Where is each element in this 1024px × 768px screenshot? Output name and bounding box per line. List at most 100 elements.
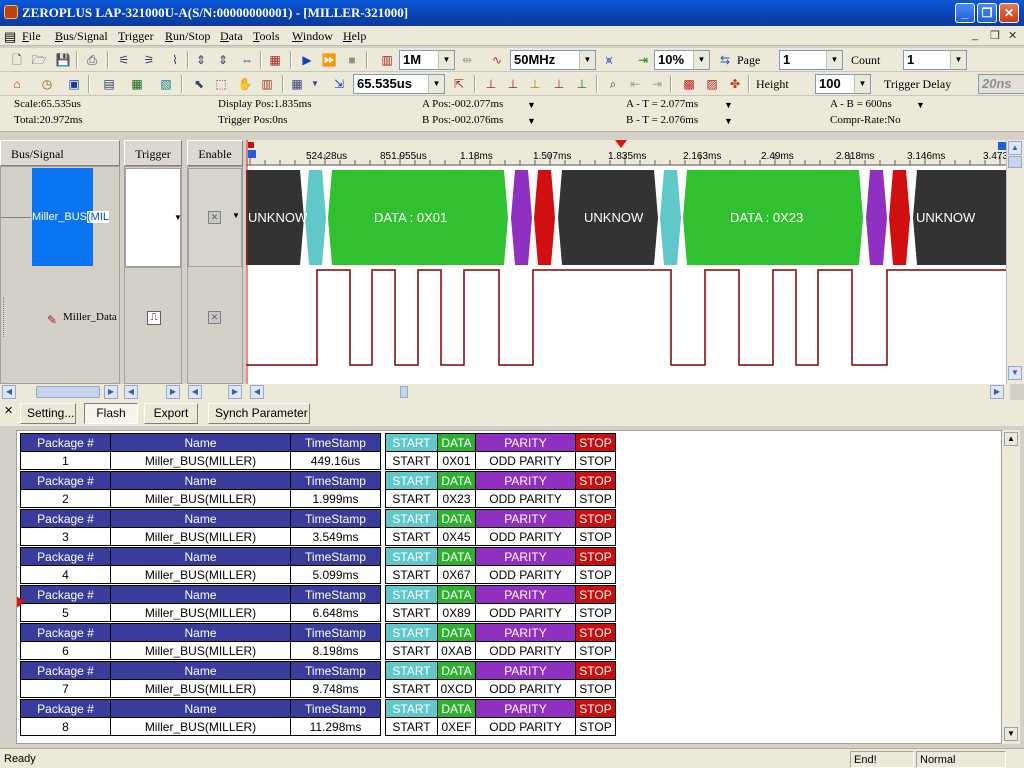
synch-parameter-button[interactable]: Synch Parameter bbox=[208, 403, 310, 424]
scroll-right-icon[interactable]: ▶ bbox=[104, 385, 118, 399]
packet-record[interactable]: Package # Name TimeStamp START DATA PARITY STO… bbox=[20, 433, 616, 470]
enable-column-header[interactable]: Enable bbox=[187, 140, 243, 166]
mdi-close-button[interactable]: ✕ bbox=[1008, 29, 1017, 42]
open-folder-icon[interactable]: 🗁 bbox=[30, 51, 48, 69]
wave-scale-icon[interactable]: ⩙ bbox=[600, 51, 618, 69]
screen-icon[interactable]: ▣ bbox=[65, 75, 83, 93]
chevron-down-icon[interactable]: ▼ bbox=[527, 100, 536, 110]
sample-depth-select[interactable]: 1M ▼ bbox=[399, 50, 455, 70]
edge-trigger-icon[interactable]: ⎍ bbox=[147, 311, 161, 325]
scroll-down-icon[interactable]: ▼ bbox=[1008, 366, 1022, 380]
select-area-icon[interactable]: ⬚ bbox=[212, 75, 230, 93]
packet-record[interactable]: Package # Name TimeStamp START DATA PARITY STO… bbox=[20, 585, 616, 622]
memory-depth-icon[interactable]: ▥ bbox=[378, 51, 396, 69]
scroll-right-icon[interactable]: ▶ bbox=[990, 385, 1004, 399]
trigger-delay-field[interactable]: 20ns bbox=[978, 74, 1024, 94]
chevron-down-icon[interactable]: ▼ bbox=[724, 100, 733, 110]
trigger-setting-icon[interactable]: ⚟ bbox=[115, 51, 133, 69]
packet-header-row[interactable]: Package # Name TimeStamp START DATA PARITY STO… bbox=[20, 471, 616, 490]
cursor-a-icon[interactable]: ⇕ bbox=[192, 51, 210, 69]
menu-tools[interactable]: Tools bbox=[253, 29, 280, 44]
packet-record[interactable]: Package # Name TimeStamp START DATA PARITY STO… bbox=[20, 623, 616, 660]
packet-header-row[interactable]: Package # Name TimeStamp START DATA PARITY STO… bbox=[20, 623, 616, 642]
menu-run-stop[interactable]: Run/Stop bbox=[165, 29, 210, 44]
waveform-view-icon[interactable]: ▤ bbox=[100, 75, 118, 93]
auto-fit-icon[interactable]: ⇱ bbox=[450, 75, 468, 93]
bus-signal-column-header[interactable]: Bus/Signal bbox=[0, 140, 120, 166]
clock-wave-icon[interactable]: ∿ bbox=[488, 51, 506, 69]
scroll-down-icon[interactable]: ▼ bbox=[1004, 727, 1018, 741]
signal-row-miller-data[interactable]: Miller_Data bbox=[63, 311, 117, 323]
scroll-up-icon[interactable]: ▲ bbox=[1008, 141, 1022, 155]
app-icon[interactable] bbox=[4, 5, 18, 19]
save-icon[interactable]: 💾 bbox=[54, 51, 72, 69]
bus-segment-start[interactable] bbox=[660, 170, 681, 265]
pointer-icon[interactable]: ⬉ bbox=[190, 75, 208, 93]
new-file-icon[interactable]: 🗋 bbox=[8, 51, 26, 69]
bus-segment-parity[interactable] bbox=[866, 170, 887, 265]
sample-rate-select[interactable]: 50MHz ▼ bbox=[510, 50, 596, 70]
miller-data-waveform[interactable] bbox=[246, 269, 1006, 366]
trigger-edge-icon[interactable]: ⌇ bbox=[166, 51, 184, 69]
packet-value-row[interactable]: 2 Miller_BUS(MILLER) 1.999ms START 0X23 ODD P… bbox=[20, 489, 616, 508]
packet-list[interactable]: Package # Name TimeStamp START DATA PARITY STO… bbox=[16, 430, 1002, 744]
run-icon[interactable]: ▶ bbox=[298, 51, 316, 69]
chevron-down-icon[interactable]: ▼ bbox=[232, 211, 240, 220]
packet-value-row[interactable]: 1 Miller_BUS(MILLER) 449.16us START 0X01 ODD … bbox=[20, 451, 616, 470]
settings-button[interactable]: Setting... bbox=[20, 403, 76, 424]
stop-icon[interactable]: ■ bbox=[343, 51, 361, 69]
time-div-select[interactable]: 65.535us ▼ bbox=[353, 74, 445, 94]
bus-enable-checkbox[interactable]: ✕ bbox=[208, 211, 221, 224]
waveform-display[interactable]: 524.28us 851.955us 1.18ms 1.507ms 1.835m… bbox=[246, 140, 1010, 384]
bar-t-icon[interactable]: ⊥ bbox=[550, 75, 568, 93]
signal-scroll-thumb[interactable] bbox=[36, 386, 100, 398]
scroll-left-icon[interactable]: ◀ bbox=[2, 385, 16, 399]
clock-icon[interactable]: ◷ bbox=[38, 75, 56, 93]
bus-property-icon[interactable]: ▩ bbox=[680, 75, 698, 93]
chevron-down-icon[interactable]: ▼ bbox=[916, 100, 925, 110]
waveform-scroll-thumb[interactable] bbox=[400, 386, 408, 398]
export-button[interactable]: Export bbox=[144, 403, 198, 424]
close-button[interactable]: ✕ bbox=[999, 3, 1019, 23]
bus-export-icon[interactable]: ✤ bbox=[726, 75, 744, 93]
scroll-left-icon[interactable]: ◀ bbox=[188, 385, 202, 399]
bar-add-icon[interactable]: ⊥ bbox=[573, 75, 591, 93]
menu-data[interactable]: Data bbox=[220, 29, 243, 44]
bar-ab-icon[interactable]: ⊥ bbox=[504, 75, 522, 93]
chevron-down-icon[interactable]: ▼ bbox=[724, 116, 733, 126]
minimize-button[interactable]: _ bbox=[955, 3, 975, 23]
packet-value-row[interactable]: 4 Miller_BUS(MILLER) 5.099ms START 0X67 ODD P… bbox=[20, 565, 616, 584]
packet-record[interactable]: Package # Name TimeStamp START DATA PARITY STO… bbox=[20, 547, 616, 584]
run-repeat-icon[interactable]: ⏩ bbox=[320, 51, 338, 69]
page-icon[interactable]: ⇆ bbox=[716, 51, 734, 69]
child-window-icon[interactable]: ▤ bbox=[4, 29, 16, 45]
packet-record[interactable]: Package # Name TimeStamp START DATA PARITY STO… bbox=[20, 661, 616, 698]
trigger-column-header[interactable]: Trigger bbox=[124, 140, 182, 166]
packet-value-row[interactable]: 8 Miller_BUS(MILLER) 11.298ms START 0XEF ODD … bbox=[20, 717, 616, 736]
waveform-vertical-scrollbar[interactable]: ▲ ▼ bbox=[1006, 140, 1024, 384]
hand-icon[interactable]: ✋ bbox=[236, 75, 254, 93]
menu-window[interactable]: Window bbox=[292, 29, 333, 44]
print-icon[interactable]: ⎙ bbox=[83, 51, 101, 69]
bar-b-icon[interactable]: ⊥ bbox=[526, 75, 544, 93]
table-view-icon[interactable]: ▦ bbox=[128, 75, 146, 93]
menu-bus-signal[interactable]: Bus/Signal bbox=[55, 29, 108, 44]
zoom-select[interactable]: 10% ▼ bbox=[654, 50, 710, 70]
bus-trigger-select[interactable]: ▼ bbox=[125, 168, 182, 267]
bar-a-icon[interactable]: ⊥ bbox=[482, 75, 500, 93]
packet-record[interactable]: Package # Name TimeStamp START DATA PARITY STO… bbox=[20, 699, 616, 736]
packet-header-row[interactable]: Package # Name TimeStamp START DATA PARITY STO… bbox=[20, 547, 616, 566]
bookmark-icon[interactable]: ▦ bbox=[266, 51, 284, 69]
signal-enable-checkbox[interactable]: ✕ bbox=[208, 311, 221, 324]
list-view-icon[interactable]: ▧ bbox=[157, 75, 175, 93]
close-panel-icon[interactable]: ✕ bbox=[4, 404, 13, 417]
chevron-down-icon[interactable]: ▼ bbox=[527, 116, 536, 126]
cursor-move-icon[interactable]: ⇔ bbox=[238, 51, 256, 69]
maximize-button[interactable]: ❐ bbox=[977, 3, 997, 23]
count-select[interactable]: 1 ▼ bbox=[903, 50, 967, 70]
packet-header-row[interactable]: Package # Name TimeStamp START DATA PARITY STO… bbox=[20, 661, 616, 680]
packet-header-row[interactable]: Package # Name TimeStamp START DATA PARITY STO… bbox=[20, 509, 616, 528]
bus-segment-start[interactable] bbox=[305, 170, 326, 265]
grid-icon[interactable]: ▦ bbox=[288, 75, 306, 93]
cursor-b-marker[interactable] bbox=[248, 150, 256, 158]
